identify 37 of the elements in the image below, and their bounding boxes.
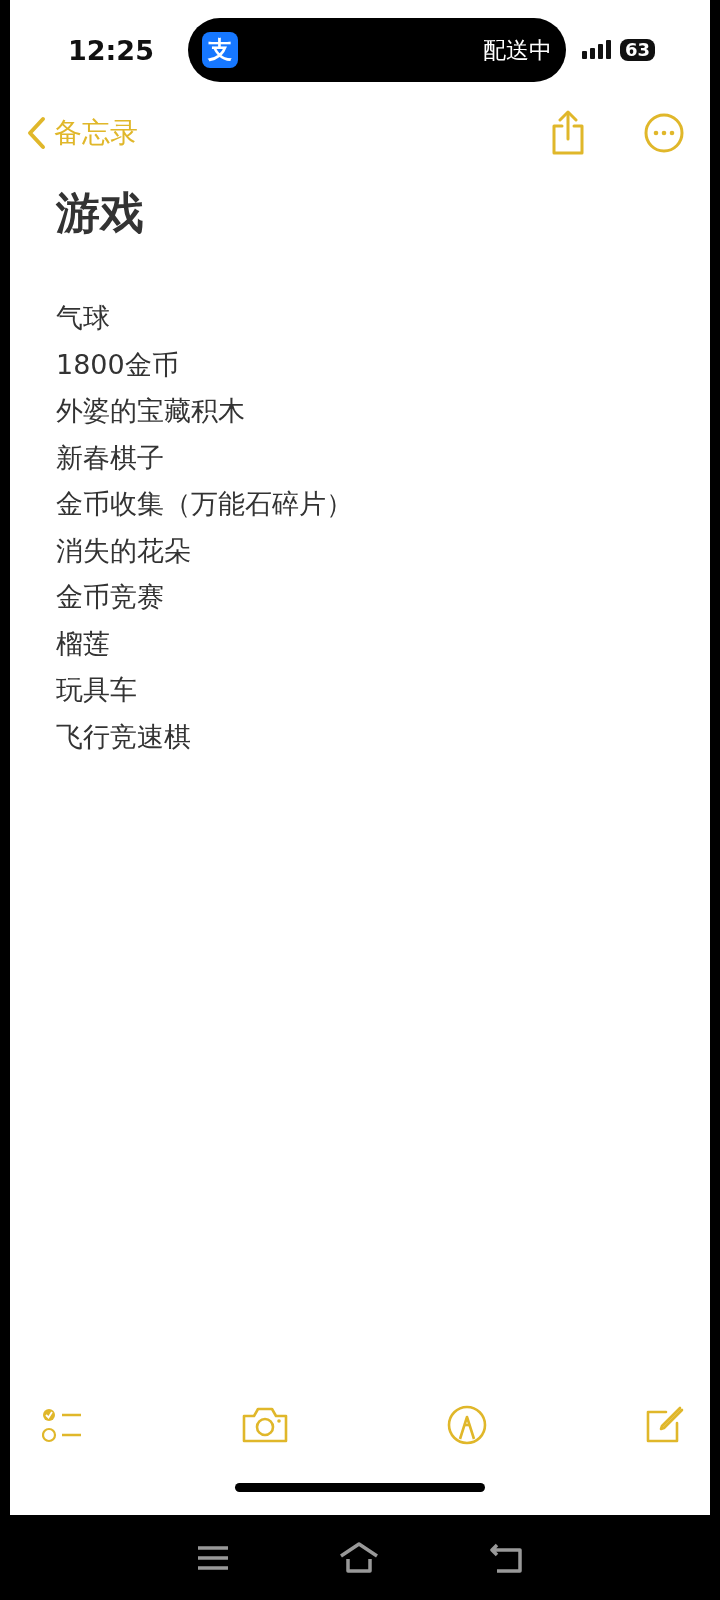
note-line: 飞行竞速棋 xyxy=(56,719,192,754)
note-line: 榴莲 xyxy=(56,626,111,661)
chevron-left-icon xyxy=(26,116,46,150)
note-line: 金币收集（万能石碎片） xyxy=(56,487,354,521)
note-line: 金币竞赛 xyxy=(56,580,165,614)
menu-icon xyxy=(197,1544,229,1571)
battery-level: 63 xyxy=(620,39,656,61)
note-line: 玩具车 xyxy=(56,673,138,707)
signal-icon xyxy=(582,39,614,61)
return-arrow-icon xyxy=(489,1542,523,1573)
checklist-button[interactable] xyxy=(42,1407,84,1443)
status-time: 12:25 xyxy=(68,34,155,66)
note-line: 1800金币 xyxy=(56,347,180,382)
note-line: 外婆的宝藏积木 xyxy=(56,394,246,428)
home-button[interactable] xyxy=(339,1541,379,1574)
share-button[interactable] xyxy=(550,110,586,156)
markup-button[interactable] xyxy=(446,1405,487,1445)
camera-icon xyxy=(241,1406,290,1444)
compose-icon xyxy=(644,1405,684,1445)
note-line: 新春棋子 xyxy=(56,440,165,475)
note-line: 气球 xyxy=(56,301,111,335)
camera-button[interactable] xyxy=(241,1406,290,1444)
live-activity-pill[interactable]: 支 配送中 xyxy=(188,18,566,82)
back-nav-button[interactable] xyxy=(489,1542,523,1573)
home-indicator[interactable] xyxy=(235,1483,485,1492)
note-line: 消失的花朵 xyxy=(56,533,192,568)
more-button[interactable] xyxy=(644,113,684,153)
home-icon xyxy=(339,1541,379,1574)
note-title: 游戏 xyxy=(56,186,145,240)
more-icon xyxy=(644,113,684,153)
compose-button[interactable] xyxy=(644,1405,684,1445)
menu-button[interactable] xyxy=(197,1544,229,1571)
checklist-icon xyxy=(42,1407,84,1443)
app-icon: 支 xyxy=(202,32,238,68)
pen-tip-icon xyxy=(446,1405,487,1445)
share-icon xyxy=(550,110,586,156)
delivery-status: 配送中 xyxy=(483,35,552,65)
